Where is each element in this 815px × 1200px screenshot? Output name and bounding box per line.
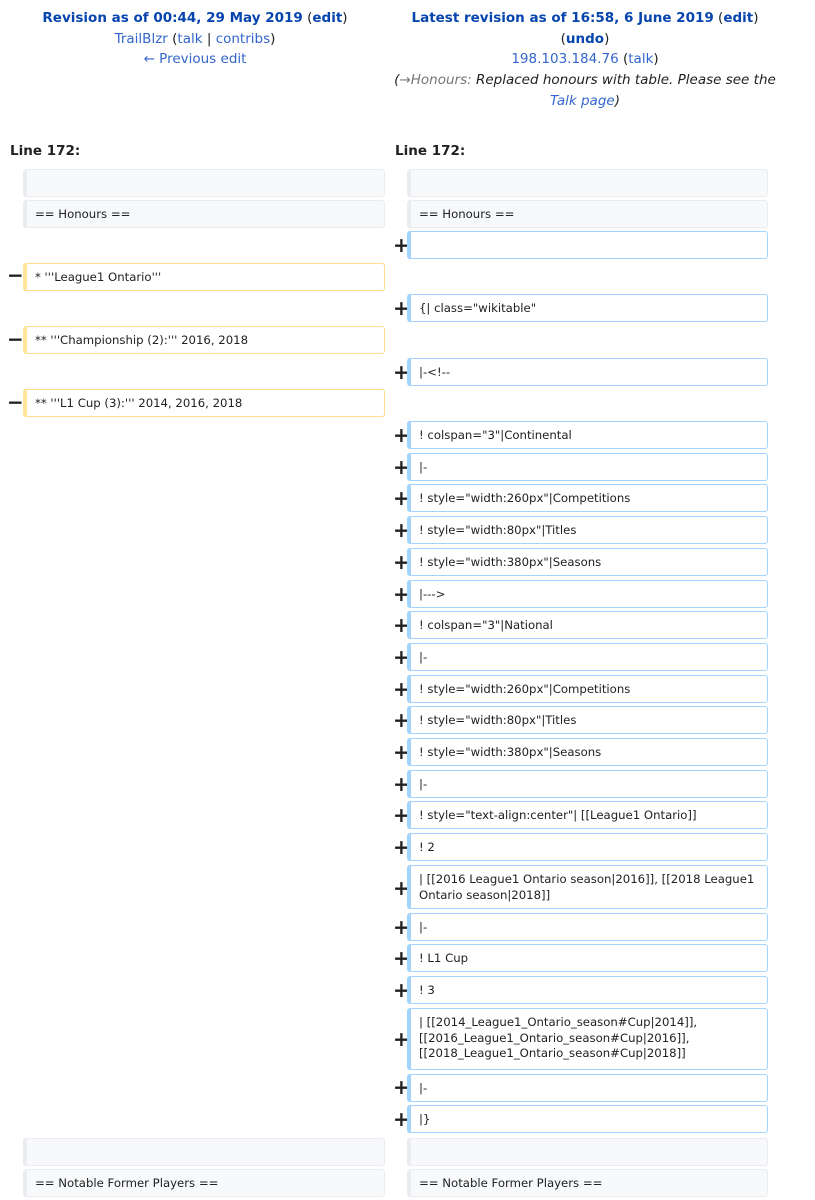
added-line: ! colspan="3"|Continental [407, 421, 768, 449]
plus-marker: + [393, 518, 410, 542]
deleted-line: ** '''Championship (2):''' 2016, 2018 [23, 326, 385, 354]
left-context-line [23, 1138, 385, 1166]
left-revision-title-link[interactable]: Revision as of 00:44, 29 May 2019 [42, 10, 302, 26]
right-context-line [407, 1138, 768, 1166]
plus-marker: + [393, 1027, 410, 1051]
deleted-line: ** '''L1 Cup (3):''' 2014, 2016, 2018 [23, 389, 385, 417]
deleted-line: * '''League1 Ontario''' [23, 263, 385, 291]
added-line: ! 3 [407, 976, 768, 1004]
plus-marker: + [393, 772, 410, 796]
minus-marker: − [7, 263, 24, 287]
added-line: ! style="width:260px"|Competitions [407, 484, 768, 512]
edit-summary-text: Replaced honours with table. Please see … [475, 72, 776, 89]
plus-marker: + [393, 550, 410, 574]
plus-marker: + [393, 582, 410, 606]
plus-marker: + [393, 740, 410, 764]
added-line [407, 231, 768, 259]
added-line: |} [407, 1105, 768, 1133]
left-context-line: == Notable Former Players == [23, 1169, 385, 1197]
plus-marker: + [393, 1075, 410, 1099]
left-talk-link[interactable]: talk [177, 31, 202, 47]
plus-marker: + [393, 1107, 410, 1131]
added-line: ! style="width:80px"|Titles [407, 516, 768, 544]
left-context-line: == Honours == [23, 200, 385, 228]
right-revision-header: Latest revision as of 16:58, 6 June 2019… [392, 8, 778, 112]
plus-marker: + [393, 296, 410, 320]
right-line-number: Line 172: [395, 143, 466, 159]
added-line: | [[2016 League1 Ontario season|2016]], … [407, 865, 768, 909]
right-edit-link[interactable]: edit [723, 10, 753, 26]
added-line: {| class="wikitable" [407, 294, 768, 322]
plus-marker: + [393, 360, 410, 384]
undo-link[interactable]: undo [566, 31, 604, 47]
edit-summary: (→Honours: Replaced honours with table. … [394, 72, 776, 89]
plus-marker: + [393, 708, 410, 732]
added-line: |- [407, 913, 768, 941]
added-line: |- [407, 1074, 768, 1102]
section-link[interactable]: →Honours: [399, 72, 471, 88]
minus-marker: − [7, 390, 24, 414]
plus-marker: + [393, 233, 410, 257]
added-line: ! style="width:380px"|Seasons [407, 548, 768, 576]
right-user-link[interactable]: 198.103.184.76 [511, 51, 618, 67]
added-line: ! style="width:380px"|Seasons [407, 738, 768, 766]
talk-page-link[interactable]: Talk page [550, 93, 615, 109]
added-line: |---> [407, 580, 768, 608]
added-line: ! style="width:80px"|Titles [407, 706, 768, 734]
plus-marker: + [393, 835, 410, 859]
left-edit-link[interactable]: edit [312, 10, 342, 26]
added-line: |-<!-- [407, 358, 768, 386]
plus-marker: + [393, 423, 410, 447]
minus-marker: − [7, 327, 24, 351]
right-context-line [407, 169, 768, 197]
added-line: ! L1 Cup [407, 944, 768, 972]
plus-marker: + [393, 803, 410, 827]
right-revision-title-link[interactable]: Latest revision as of 16:58, 6 June 2019 [411, 10, 713, 26]
added-line: |- [407, 770, 768, 798]
left-line-number: Line 172: [10, 143, 81, 159]
plus-marker: + [393, 645, 410, 669]
plus-marker: + [393, 978, 410, 1002]
added-line: ! colspan="3"|National [407, 611, 768, 639]
left-context-line [23, 169, 385, 197]
added-line: ! style="width:260px"|Competitions [407, 675, 768, 703]
previous-edit-link[interactable]: ← Previous edit [144, 51, 247, 67]
added-line: ! style="text-align:center"| [[League1 O… [407, 801, 768, 829]
left-user-link[interactable]: TrailBlzr [115, 31, 168, 47]
plus-marker: + [393, 915, 410, 939]
added-line: |- [407, 453, 768, 481]
plus-marker: + [393, 876, 410, 900]
added-line: | [[2014_League1_Ontario_season#Cup|2014… [407, 1008, 768, 1070]
plus-marker: + [393, 613, 410, 637]
right-talk-link[interactable]: talk [628, 51, 653, 67]
left-contribs-link[interactable]: contribs [216, 31, 270, 47]
right-context-line: == Honours == [407, 200, 768, 228]
added-line: ! 2 [407, 833, 768, 861]
plus-marker: + [393, 677, 410, 701]
plus-marker: + [393, 455, 410, 479]
left-revision-header: Revision as of 00:44, 29 May 2019 (edit)… [42, 10, 348, 68]
plus-marker: + [393, 946, 410, 970]
plus-marker: + [393, 486, 410, 510]
right-context-line: == Notable Former Players == [407, 1169, 768, 1197]
added-line: |- [407, 643, 768, 671]
